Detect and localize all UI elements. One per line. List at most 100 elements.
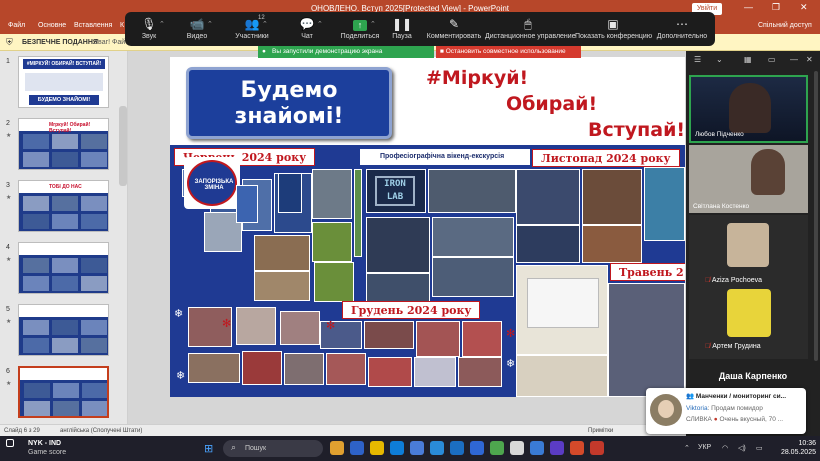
app-icon-tile[interactable] (430, 441, 444, 455)
tab-file[interactable]: Файл (8, 22, 25, 29)
chevron-down-icon[interactable]: ⌄ (716, 55, 723, 64)
notes-button[interactable]: Примітки (588, 428, 613, 434)
app-icon-tile[interactable] (470, 441, 484, 455)
thumbnail-photo (81, 214, 107, 229)
slide-thumbnail[interactable] (18, 242, 109, 294)
tab-design[interactable]: К (120, 22, 124, 29)
photo (458, 357, 502, 387)
close-panel-icon[interactable]: ✕ (806, 55, 813, 64)
minimize-icon[interactable]: — (744, 2, 753, 12)
file-explorer-icon[interactable] (370, 441, 384, 455)
app-icon-tile[interactable] (510, 441, 524, 455)
app-icon-tile[interactable] (590, 441, 604, 455)
app-icon-tile[interactable] (550, 441, 564, 455)
app-icon-tile[interactable] (410, 441, 424, 455)
share-button[interactable]: Спільний доступ (758, 22, 812, 29)
notification-sender: Viktoria (686, 405, 708, 412)
app-icon-tile[interactable] (490, 441, 504, 455)
thumbnail-photo (53, 401, 79, 416)
gallery-view-icon[interactable]: ▦ (744, 55, 752, 64)
slide-thumbnail[interactable]: ТОБІ ДО НАС (18, 180, 109, 232)
windows-start-icon[interactable]: ⊞ (204, 442, 213, 455)
thumbnail-photo (81, 258, 107, 273)
photo (236, 185, 258, 223)
toolbar-microphone-button[interactable]: 🎙 Звук ⌃ (131, 12, 167, 46)
participant-tile[interactable]: Світлана Костенко (689, 145, 808, 213)
app-icon-tile[interactable] (450, 441, 464, 455)
wifi-icon[interactable]: ◠ (722, 444, 728, 452)
taskbar-search[interactable]: ⌕ Пошук (223, 440, 323, 457)
participant-tile[interactable]: Любов Підченко (689, 75, 808, 143)
photo (608, 283, 685, 397)
list-view-icon[interactable]: ☰ (694, 55, 701, 64)
toolbar-remote-control-mouse-button[interactable]: 🖱 Дистанционное управление (485, 12, 576, 46)
thumbnail-scrollbar[interactable] (119, 106, 127, 186)
banner-november-label: Листопад 2024 року (541, 152, 671, 165)
photo (312, 222, 352, 262)
banner-weekend-label: Професіографічна вікенд-екскурсія (380, 153, 505, 160)
toolbar-chat-button[interactable]: 💬 Чат ⌃ (285, 12, 329, 46)
stop-sharing-button[interactable]: ■ Остановить совместное использование (436, 46, 581, 58)
toolbar-participants-button[interactable]: 👥 Участники 12 ⌃ (225, 12, 279, 46)
slide-thumbnail[interactable]: #МІРКУЙ! ОБИРАЙ! ВСТУПАЙ! БУДЕМО ЗНАЙОМІ! (18, 56, 109, 108)
notification-line3: СЛИВКА (686, 416, 712, 423)
sharing-icon: ● (262, 48, 266, 55)
slide-thumbnail[interactable]: Мrpкуй! Обирай! Вступай! (18, 118, 109, 170)
tab-insert[interactable]: Вставлення (74, 22, 112, 29)
app-icon-tile[interactable] (330, 441, 344, 455)
toolbar-pause-button[interactable]: ❚❚ Пауза (385, 12, 419, 46)
minimize-panel-icon[interactable]: — (790, 55, 798, 64)
thumbnail-number: 2 (6, 120, 10, 127)
language-indicator[interactable]: англійська (Сполучені Штати) (60, 428, 142, 434)
game-widget-title[interactable]: NYK - IND (28, 440, 61, 447)
restore-icon[interactable]: ❐ (772, 2, 780, 13)
tab-home[interactable]: Основне (38, 22, 66, 29)
slide-thumbnail[interactable] (18, 304, 109, 356)
speaker-view-icon[interactable]: ▭ (768, 55, 776, 64)
mic-muted-icon: 🎙̸ (705, 277, 712, 284)
app-icon-tile[interactable] (350, 441, 364, 455)
chevron-up-icon[interactable]: ⌃ (317, 20, 323, 28)
toolbar-annotate-pen-button[interactable]: ✎ Комментировать (425, 12, 483, 46)
current-speaker-name: Даша Карпенко (718, 371, 788, 381)
chevron-up-icon[interactable]: ⌃ (159, 20, 165, 28)
pause-icon: ❚❚ (391, 17, 413, 31)
thumbnail-photo (81, 320, 107, 335)
thumbnail-number: 5 (6, 306, 10, 313)
toolbar-share-screen-button[interactable]: ↑ Поделиться ⌃ (337, 12, 383, 46)
chevron-up-icon[interactable]: ⌃ (262, 20, 268, 28)
more-icon: ⋯ (676, 17, 688, 31)
battery-icon[interactable]: ▭ (756, 444, 763, 452)
video-panel-scrollbar[interactable] (814, 71, 818, 361)
toolbar-more-button[interactable]: ⋯ Дополнительно (655, 12, 709, 46)
app-icon-tile[interactable] (530, 441, 544, 455)
close-icon[interactable]: ✕ (800, 2, 808, 13)
animation-star-icon: ★ (6, 195, 12, 201)
thumbnail-number: 4 (6, 244, 10, 251)
slide-thumbnail[interactable] (18, 366, 109, 418)
language-indicator[interactable]: УКР (698, 444, 711, 451)
chat-notification[interactable]: 👥 Манченки / мониторинг си... Viktoria: … (646, 388, 806, 434)
chevron-up-icon[interactable]: ⌃ (684, 444, 690, 452)
current-slide[interactable]: Будемо знайомі! #Міркуй! Обирай! Вступай… (170, 57, 685, 397)
volume-icon[interactable]: ◁) (738, 444, 746, 452)
thumbnail-subtitle: БУДЕМО ЗНАЙОМІ! (29, 95, 99, 105)
photo (644, 167, 685, 241)
toolbar-label: Звук (141, 33, 157, 40)
participant-tile[interactable]: 🎙̸ Артем Грудина (689, 287, 808, 359)
chevron-up-icon[interactable]: ⌃ (207, 20, 213, 28)
photo (516, 225, 580, 263)
powerpoint-icon[interactable] (570, 441, 584, 455)
chevron-up-icon[interactable]: ⌃ (370, 20, 376, 28)
game-widget-icon[interactable] (6, 439, 14, 447)
protected-view-message: Уваг! Фай (94, 39, 126, 46)
toolbar-label: Участники (235, 33, 269, 40)
participant-tile[interactable]: 🎙̸ Aziza Pochoeva (689, 215, 808, 287)
toolbar-show-conference-button[interactable]: ▣ Показать конференцию (575, 12, 652, 46)
photo (432, 217, 514, 257)
photo (428, 169, 516, 213)
clock[interactable]: 10:36 28.05.2025 (778, 439, 816, 457)
edge-icon[interactable] (390, 441, 404, 455)
toolbar-video-camera-button[interactable]: 📹 Видео ⌃ (177, 12, 217, 46)
thumbnail-number: 6 (6, 368, 10, 375)
